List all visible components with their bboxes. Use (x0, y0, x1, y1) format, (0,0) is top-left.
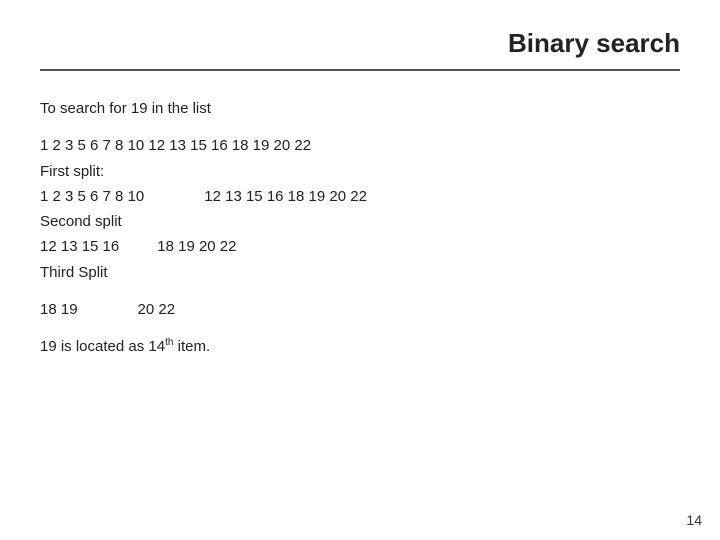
fourth-right: 20 22 (138, 298, 176, 321)
intro-line: To search for 19 in the list (40, 97, 680, 120)
fourth-line: 18 19 20 22 (40, 298, 680, 321)
second-split-values: 12 13 15 16 18 19 20 22 (40, 235, 680, 258)
second-split-label: Second split (40, 210, 680, 233)
second-split-left: 12 13 15 16 (40, 235, 119, 258)
first-split-label: First split: (40, 160, 680, 183)
content-area: To search for 19 in the list 1 2 3 5 6 7… (40, 89, 680, 358)
divider (40, 69, 680, 71)
third-split-label: Third Split (40, 261, 680, 284)
page: Binary search To search for 19 in the li… (0, 0, 720, 540)
page-number: 14 (686, 512, 702, 528)
second-split-right: 18 19 20 22 (157, 235, 236, 258)
conclusion-prefix: 19 is located as 14 (40, 338, 165, 355)
conclusion-suffix: item. (173, 338, 210, 355)
page-title: Binary search (40, 0, 680, 69)
list-line: 1 2 3 5 6 7 8 10 12 13 15 16 18 19 20 22 (40, 134, 680, 157)
first-split-values: 1 2 3 5 6 7 8 10 12 13 15 16 18 19 20 22 (40, 185, 680, 208)
conclusion-line: 19 is located as 14th item. (40, 335, 680, 358)
first-split-left: 1 2 3 5 6 7 8 10 (40, 185, 144, 208)
first-split-right: 12 13 15 16 18 19 20 22 (204, 185, 367, 208)
fourth-left: 18 19 (40, 298, 78, 321)
